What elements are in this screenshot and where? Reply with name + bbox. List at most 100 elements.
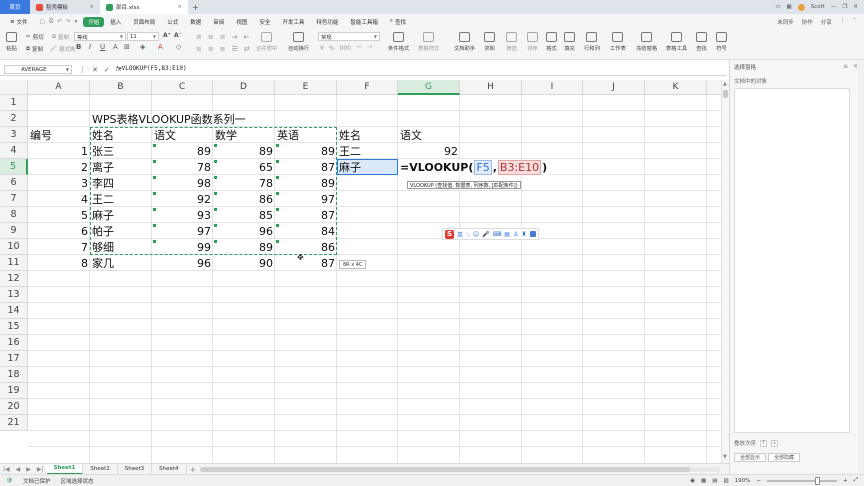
cell-english[interactable]: 89 bbox=[275, 143, 337, 159]
zoom-slider[interactable] bbox=[766, 476, 837, 485]
cell-name[interactable]: 离子 bbox=[90, 159, 152, 175]
hscroll-thumb[interactable] bbox=[200, 467, 690, 472]
more-options-icon[interactable]: ⋮ bbox=[79, 66, 86, 74]
user-name[interactable]: Scott bbox=[811, 4, 825, 10]
cell-chinese[interactable]: 92 bbox=[152, 191, 213, 207]
sync-button[interactable]: 未同步 bbox=[777, 18, 794, 26]
cell-name[interactable]: 张三 bbox=[90, 143, 152, 159]
toolbox-icon[interactable] bbox=[529, 231, 536, 237]
find-button[interactable]: 查找 bbox=[696, 32, 707, 52]
bold-icon[interactable]: B bbox=[76, 43, 81, 51]
cell-chinese[interactable]: 93 bbox=[152, 207, 213, 223]
minimize-icon[interactable]: — bbox=[831, 4, 837, 10]
row-header-2[interactable]: 2 bbox=[0, 111, 28, 127]
wrap-text-button[interactable]: 自动换行 bbox=[288, 32, 309, 52]
menu-file[interactable]: ≡ 文件 bbox=[4, 14, 34, 29]
fill-color-icon[interactable]: ◈ bbox=[140, 43, 145, 51]
cell-id[interactable]: 8 bbox=[28, 255, 90, 271]
cell-b3-header[interactable]: 姓名 bbox=[90, 127, 152, 143]
font-size-select[interactable]: 11 ▼ bbox=[127, 32, 159, 41]
conditional-format-button[interactable]: 条件格式 bbox=[388, 32, 409, 52]
doc-assistant-button[interactable]: 文档助手 bbox=[454, 32, 475, 52]
close-icon[interactable]: × bbox=[177, 4, 182, 10]
template-tab[interactable]: 稻壳模板 × bbox=[30, 0, 100, 14]
cell-g4[interactable]: 92 bbox=[398, 143, 460, 159]
scroll-thumb[interactable] bbox=[723, 90, 728, 98]
row-col-button[interactable]: 行和列 bbox=[584, 32, 600, 52]
cell-d3-header[interactable]: 数学 bbox=[213, 127, 275, 143]
cell-math[interactable]: 90 bbox=[213, 255, 275, 271]
row-header-7[interactable]: 7 bbox=[0, 191, 28, 207]
row-header-4[interactable]: 4 bbox=[0, 143, 28, 159]
copy-menu-button[interactable]: ⧉ 复制 bbox=[26, 45, 43, 54]
scroll-up-icon[interactable]: ▲ bbox=[723, 81, 727, 87]
cell-g5-editing[interactable]: =VLOOKUP(F5, B3:E10) bbox=[398, 160, 550, 175]
row-header-19[interactable]: 19 bbox=[0, 383, 28, 399]
filter-button[interactable]: 筛选 bbox=[506, 32, 517, 52]
ime-language[interactable]: 英 bbox=[457, 230, 463, 239]
collab-button[interactable]: 协作 bbox=[802, 18, 813, 26]
italic-icon[interactable]: I bbox=[89, 43, 91, 51]
cell-english[interactable]: 86 bbox=[275, 239, 337, 255]
cell-english[interactable]: 87 bbox=[275, 207, 337, 223]
row-header-17[interactable]: 17 bbox=[0, 351, 28, 367]
cell-id[interactable]: 5 bbox=[28, 207, 90, 223]
punctuation-icon[interactable]: ·, bbox=[466, 231, 470, 238]
cell-name[interactable]: 王二 bbox=[90, 191, 152, 207]
home-tab[interactable]: 首页 bbox=[0, 0, 30, 14]
menu-view[interactable]: 视图 bbox=[230, 14, 253, 29]
row-header-10[interactable]: 10 bbox=[0, 239, 28, 255]
function-signature-tooltip[interactable]: VLOOKUP (查找值, 数据表, 列序数, [匹配条件]) bbox=[407, 181, 521, 189]
more-icon[interactable]: ⋮ bbox=[840, 18, 846, 26]
last-sheet-icon[interactable]: ▶| bbox=[34, 466, 47, 473]
row-header-1[interactable]: 1 bbox=[0, 95, 28, 111]
first-sheet-icon[interactable]: |◀ bbox=[0, 466, 13, 473]
number-format-select[interactable]: 常规 ▼ bbox=[318, 32, 380, 41]
sum-button[interactable]: 求和 bbox=[484, 32, 495, 52]
row-header-21[interactable]: 21 bbox=[0, 415, 28, 431]
cell-chinese[interactable]: 89 bbox=[152, 143, 213, 159]
cell-name[interactable]: 够细 bbox=[90, 239, 152, 255]
sort-button[interactable]: 排序 bbox=[527, 32, 538, 52]
grow-font-icon[interactable]: A⁺ bbox=[163, 32, 171, 39]
table-tools-button[interactable]: 表格工具 bbox=[666, 32, 687, 52]
row-header-14[interactable]: 14 bbox=[0, 303, 28, 319]
merge-center-button[interactable]: 合并居中 bbox=[256, 32, 277, 52]
sheet-tab-3[interactable]: Sheet3 bbox=[118, 463, 153, 475]
menu-review[interactable]: 审阅 bbox=[207, 14, 230, 29]
cell-math[interactable]: 89 bbox=[213, 239, 275, 255]
align-top-icons[interactable]: ≡ ≡ ≡ ⇥ ⇤ bbox=[196, 33, 249, 41]
show-all-button[interactable]: 全部显示 bbox=[734, 453, 766, 462]
grid-icon[interactable]: ▦ bbox=[787, 4, 792, 10]
format-painter-button[interactable]: 🖌 格式刷 bbox=[50, 45, 76, 53]
cell-id[interactable]: 7 bbox=[28, 239, 90, 255]
layout-icon[interactable]: ▭ bbox=[775, 4, 780, 10]
row-header-3[interactable]: 3 bbox=[0, 127, 28, 143]
menu-data[interactable]: 数据 bbox=[184, 14, 207, 29]
cell-f4[interactable]: 王二 bbox=[337, 143, 398, 159]
col-header-b[interactable]: B bbox=[90, 80, 152, 95]
cell-a3-header[interactable]: 编号 bbox=[28, 127, 90, 143]
pane-menu-icon[interactable]: ≡ bbox=[843, 63, 848, 70]
bring-forward-icon[interactable]: ↑ bbox=[760, 439, 768, 447]
formula-input[interactable]: =VLOOKUP(F5,B3:E10) bbox=[118, 65, 187, 72]
add-sheet-plus-icon[interactable]: + bbox=[187, 465, 200, 474]
sheet-tab-2[interactable]: Sheet2 bbox=[83, 463, 118, 475]
sheet-tab-1[interactable]: Sheet1 bbox=[46, 463, 84, 475]
cell-math[interactable]: 89 bbox=[213, 143, 275, 159]
shrink-font-icon[interactable]: A⁻ bbox=[174, 32, 182, 39]
menu-developer[interactable]: 开发工具 bbox=[276, 14, 310, 29]
eye-icon[interactable]: ◉ bbox=[690, 478, 695, 484]
cell-chinese[interactable]: 78 bbox=[152, 159, 213, 175]
select-all-corner[interactable] bbox=[0, 80, 28, 95]
new-tab-plus-icon[interactable]: + bbox=[188, 3, 203, 12]
copy-button[interactable]: ⧉ 复制 bbox=[52, 33, 69, 42]
row-header-18[interactable]: 18 bbox=[0, 367, 28, 383]
cell-english[interactable]: 87 bbox=[275, 159, 337, 175]
cell-g3-header[interactable]: 语文 bbox=[398, 127, 460, 143]
col-header-d[interactable]: D bbox=[213, 80, 275, 95]
normal-view-icon[interactable]: ▦ bbox=[701, 478, 706, 484]
doc-status[interactable]: 文档已保护 bbox=[23, 477, 51, 485]
col-header-a[interactable]: A bbox=[28, 80, 90, 95]
font-color-icon[interactable]: A bbox=[158, 43, 163, 51]
